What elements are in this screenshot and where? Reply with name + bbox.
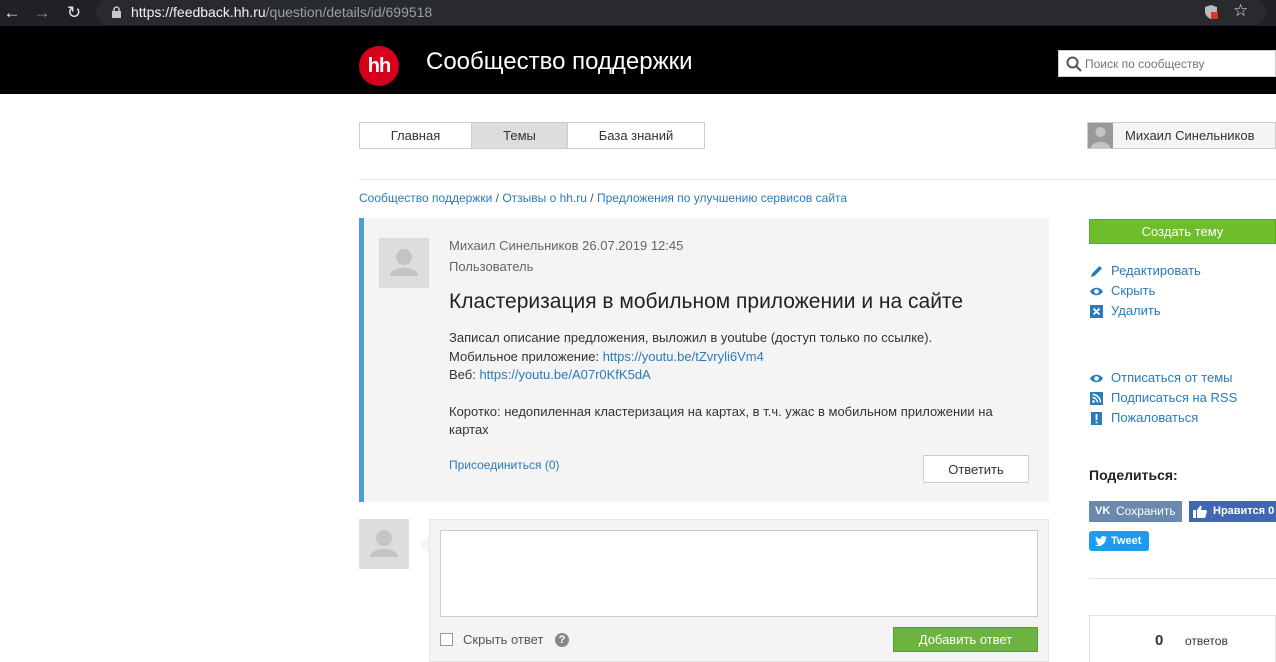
- pencil-icon: [1091, 266, 1102, 277]
- answer-textarea[interactable]: [440, 530, 1038, 617]
- browser-toolbar: ← → ↻ https://feedback.hh.ru/question/de…: [0, 0, 1276, 26]
- vk-share-button[interactable]: VK Сохранить: [1089, 501, 1182, 522]
- tab-home[interactable]: Главная: [360, 123, 472, 148]
- tweet-button[interactable]: Tweet: [1089, 531, 1149, 551]
- answers-counter: 0 ответов: [1089, 615, 1276, 662]
- forward-arrow-icon[interactable]: →: [32, 3, 52, 23]
- body-summary: Коротко: недопиленная кластеризация на к…: [449, 403, 993, 438]
- eye-icon: [1090, 287, 1103, 296]
- breadcrumb-link-feedback[interactable]: Отзывы о hh.ru: [502, 191, 587, 205]
- author-role: Пользователь: [449, 259, 534, 274]
- shield-extension-icon[interactable]: [1203, 4, 1219, 20]
- exclamation-icon: [1091, 412, 1102, 425]
- body-line: Записал описание предложения, выложил в …: [449, 330, 933, 345]
- person-icon: [1091, 127, 1110, 148]
- search-box[interactable]: [1058, 50, 1276, 77]
- breadcrumb-link-community[interactable]: Сообщество поддержки: [359, 191, 492, 205]
- author-name[interactable]: Михаил Синельников: [449, 238, 579, 253]
- body-line: Веб: https://youtu.be/A07r0KfK5dA: [449, 367, 651, 382]
- answers-count: 0: [1155, 632, 1164, 649]
- user-menu[interactable]: Михаил Синельников: [1087, 122, 1276, 149]
- breadcrumb-link-suggestions[interactable]: Предложения по улучшению сервисов сайта: [597, 191, 847, 205]
- search-icon: [1066, 56, 1082, 72]
- bookmark-star-icon[interactable]: ☆: [1233, 1, 1248, 21]
- hide-answer-label[interactable]: Скрыть ответ: [463, 632, 543, 647]
- help-icon[interactable]: ?: [555, 633, 569, 647]
- person-icon: [370, 530, 398, 557]
- answers-label: ответов: [1185, 634, 1228, 648]
- create-topic-button[interactable]: Создать тему: [1089, 219, 1276, 244]
- tab-topics[interactable]: Темы: [472, 123, 568, 148]
- site-title[interactable]: Сообщество поддержки: [426, 48, 693, 76]
- divider: [359, 179, 1276, 180]
- mobile-video-link[interactable]: https://youtu.be/tZvryli6Vm4: [603, 349, 764, 364]
- tab-knowledge-base[interactable]: База знаний: [568, 123, 704, 148]
- web-video-link[interactable]: https://youtu.be/A07r0KfK5dA: [479, 367, 650, 382]
- my-avatar: [359, 519, 409, 569]
- search-input[interactable]: [1085, 51, 1273, 76]
- add-answer-button[interactable]: Добавить ответ: [893, 627, 1038, 652]
- question-title: Кластеризация в мобильном приложении и н…: [449, 290, 963, 313]
- hide-answer-checkbox[interactable]: [440, 633, 453, 646]
- divider: [1089, 578, 1276, 579]
- twitter-bird-icon: [1095, 536, 1107, 546]
- user-avatar: [1088, 123, 1113, 148]
- user-name: Михаил Синельников: [1125, 128, 1255, 143]
- delete-x-icon: [1090, 305, 1103, 318]
- breadcrumb: Сообщество поддержки / Отзывы о hh.ru / …: [359, 191, 848, 205]
- lock-icon: [112, 6, 121, 18]
- eye-icon: [1090, 374, 1103, 383]
- post-date: 26.07.2019 12:45: [582, 238, 684, 253]
- fb-like-button[interactable]: Нравится 0: [1189, 501, 1276, 522]
- thumbs-up-icon: [1193, 505, 1207, 518]
- url-text[interactable]: https://feedback.hh.ru/question/details/…: [131, 4, 432, 20]
- back-arrow-icon[interactable]: ←: [2, 3, 22, 23]
- person-icon: [390, 249, 418, 276]
- question-body: Записал описание предложения, выложил в …: [449, 329, 1019, 440]
- body-line: Мобильное приложение: https://youtu.be/t…: [449, 348, 764, 364]
- main-nav-tabs: Главная Темы База знаний: [359, 122, 705, 149]
- share-title: Поделиться:: [1089, 467, 1178, 483]
- hh-logo[interactable]: hh: [359, 46, 399, 86]
- question-meta: Михаил Синельников 26.07.2019 12:45: [449, 238, 683, 253]
- reload-icon[interactable]: ↻: [64, 3, 84, 23]
- reply-button[interactable]: Ответить: [923, 455, 1029, 483]
- rss-icon: [1090, 392, 1103, 405]
- join-link[interactable]: Присоединиться (0): [449, 458, 560, 472]
- author-avatar: [379, 238, 429, 288]
- vk-icon: VK: [1095, 505, 1111, 517]
